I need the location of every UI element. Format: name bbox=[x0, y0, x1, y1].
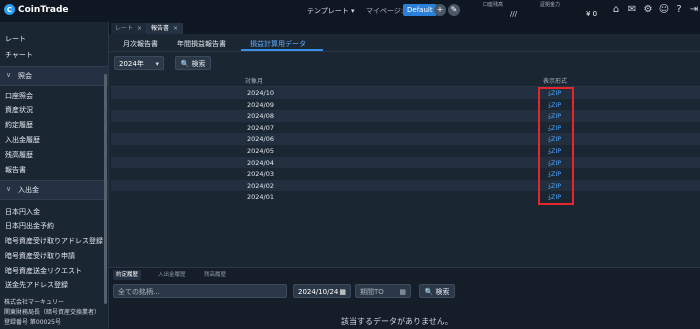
month-cell: 2024/10 bbox=[247, 89, 275, 97]
tab-rate[interactable]: レート × bbox=[111, 23, 148, 34]
table-row: 2024/04 ⤓ZIP bbox=[111, 156, 700, 169]
table-row: 2024/02 ⤓ZIP bbox=[111, 179, 700, 192]
tab-label: 報告書 bbox=[151, 25, 170, 32]
month-cell: 2024/01 bbox=[247, 193, 275, 202]
month-cell: 2024/03 bbox=[247, 170, 275, 179]
chevron-down-icon: ∨ bbox=[6, 71, 12, 79]
tab-label: レート bbox=[115, 25, 134, 32]
chevron-down-icon: ▾ bbox=[155, 60, 159, 68]
sidebar: レート チャート ∨ 照会 口座照会 資産状況 約定履歴 入出金履歴 残高履歴 … bbox=[0, 22, 109, 328]
sidebar-item-crypto-receive[interactable]: 暗号資産受け取り申請 bbox=[5, 251, 75, 261]
zip-column-highlight bbox=[538, 87, 574, 205]
user-icon[interactable]: ☺ bbox=[658, 4, 670, 16]
table-row: 2024/08 ⤓ZIP bbox=[111, 110, 700, 122]
month-cell: 2024/05 bbox=[247, 146, 275, 155]
year-select[interactable]: 2024年 ▾ bbox=[114, 56, 164, 70]
sidebar-item-rate[interactable]: レート bbox=[5, 34, 26, 44]
edit-layout-icon[interactable]: ✎ bbox=[448, 4, 460, 16]
date-from-input[interactable]: 2024/10/24 ▦ bbox=[293, 284, 351, 298]
registration-authority: 関東財務局長（暗号資産交換業者） bbox=[4, 309, 101, 316]
sidebar-item-trades[interactable]: 約定履歴 bbox=[5, 120, 33, 130]
bottom-search-button[interactable]: 🔍 検索 bbox=[419, 284, 455, 298]
close-icon[interactable]: × bbox=[173, 25, 178, 32]
logout-icon[interactable]: ⇥ bbox=[688, 4, 700, 16]
date-from-value: 2024/10/24 bbox=[298, 288, 339, 296]
table-header: 対象月 表示形式 bbox=[111, 74, 700, 87]
subtab-monthly[interactable]: 月次報告書 bbox=[123, 39, 158, 49]
tab-reports[interactable]: 報告書 × bbox=[147, 23, 184, 34]
sidebar-section-inquiry[interactable]: ∨ 照会 bbox=[0, 66, 108, 86]
sidebar-item-jpy-deposit[interactable]: 日本円入金 bbox=[5, 207, 40, 217]
sidebar-section-funds[interactable]: ∨ 入出金 bbox=[0, 180, 108, 200]
sidebar-scrollbar[interactable] bbox=[104, 74, 107, 304]
sidebar-item-reports[interactable]: 報告書 bbox=[5, 165, 26, 175]
table-row: 2024/07 ⤓ZIP bbox=[111, 121, 700, 134]
sidebar-section-label: 照会 bbox=[18, 72, 32, 80]
sidebar-item-jpy-withdraw[interactable]: 日本円出金予約 bbox=[5, 221, 54, 231]
bottom-tab-trades[interactable]: 約定履歴 bbox=[113, 270, 142, 280]
table-row: 2024/05 ⤓ZIP bbox=[111, 144, 700, 157]
subtab-annual[interactable]: 年間損益報告書 bbox=[177, 39, 226, 49]
report-subtabs: 月次報告書 年間損益報告書 損益計算用データ bbox=[109, 36, 700, 52]
sidebar-item-assets[interactable]: 資産状況 bbox=[5, 105, 33, 115]
month-cell: 2024/09 bbox=[247, 100, 275, 109]
default-layout-button[interactable]: Default bbox=[403, 4, 437, 16]
app-name: CoinTrade bbox=[18, 4, 69, 15]
home-icon[interactable]: ⌂ bbox=[610, 4, 622, 16]
table-row: 2024/10 ⤓ZIP bbox=[111, 87, 700, 99]
sidebar-item-send-address[interactable]: 送金先アドレス登録 bbox=[5, 280, 68, 290]
mypage-label: マイページ: bbox=[366, 7, 404, 15]
account-balance-value: /// bbox=[510, 10, 518, 18]
table-row: 2024/01 ⤓ZIP bbox=[111, 191, 700, 203]
year-value: 2024年 bbox=[119, 60, 144, 68]
calendar-icon[interactable]: ▦ bbox=[399, 285, 406, 299]
margin-label: 証拠金力 bbox=[540, 2, 561, 8]
help-icon[interactable]: ? bbox=[673, 4, 685, 16]
brand-input[interactable]: 全ての銘柄... bbox=[113, 284, 287, 298]
margin-value: ¥ 0 bbox=[586, 10, 598, 18]
search-button[interactable]: 🔍 検索 bbox=[175, 56, 211, 70]
app-logo[interactable]: C CoinTrade bbox=[4, 4, 69, 15]
sidebar-item-account[interactable]: 口座照会 bbox=[5, 91, 33, 101]
date-to-placeholder: 期間TO bbox=[360, 288, 384, 296]
column-header-format: 表示形式 bbox=[543, 78, 568, 85]
month-cell: 2024/08 bbox=[247, 112, 275, 121]
active-tab-indicator bbox=[241, 49, 323, 51]
bottom-panel: 約定履歴 入出金履歴 残高履歴 全ての銘柄... 2024/10/24 ▦ 期間… bbox=[109, 267, 700, 329]
table-row: 2024/09 ⤓ZIP bbox=[111, 98, 700, 111]
month-cell: 2024/06 bbox=[247, 135, 275, 144]
column-header-month: 対象月 bbox=[245, 78, 264, 85]
add-layout-icon[interactable]: + bbox=[434, 4, 446, 16]
month-cell: 2024/07 bbox=[247, 123, 275, 132]
top-bar: C CoinTrade テンプレート ▾ マイページ: Default + ✎ … bbox=[0, 0, 700, 23]
report-table: 対象月 表示形式 2024/10 ⤓ZIP 2024/09 ⤓ZIP 2024/08… bbox=[111, 74, 700, 203]
chevron-down-icon: ∨ bbox=[6, 185, 12, 193]
month-cell: 2024/02 bbox=[247, 181, 275, 190]
table-row: 2024/06 ⤓ZIP bbox=[111, 133, 700, 145]
sidebar-item-chart[interactable]: チャート bbox=[5, 50, 33, 60]
empty-state-message: 該当するデータがありません。 bbox=[341, 317, 453, 326]
template-dropdown[interactable]: テンプレート ▾ bbox=[307, 6, 355, 16]
mail-icon[interactable]: ✉ bbox=[626, 4, 638, 16]
bottom-tab-balance[interactable]: 残高履歴 bbox=[201, 270, 229, 280]
bottom-tab-deposits[interactable]: 入出金履歴 bbox=[155, 270, 189, 280]
table-row: 2024/03 ⤓ZIP bbox=[111, 168, 700, 180]
account-balance-label: 口座残高 bbox=[483, 2, 504, 8]
date-to-input[interactable]: 期間TO ▦ bbox=[355, 284, 411, 298]
sidebar-item-crypto-address[interactable]: 暗号資産受け取りアドレス登録 bbox=[5, 236, 103, 246]
gear-icon[interactable]: ⚙ bbox=[642, 4, 654, 16]
logo-icon: C bbox=[4, 4, 15, 15]
month-cell: 2024/04 bbox=[247, 158, 275, 167]
sidebar-item-balance[interactable]: 残高履歴 bbox=[5, 150, 33, 160]
calendar-icon[interactable]: ▦ bbox=[339, 285, 346, 299]
close-icon[interactable]: × bbox=[137, 25, 142, 32]
sidebar-section-label: 入出金 bbox=[18, 186, 39, 194]
registration-number: 登録番号 第00025号 bbox=[4, 319, 61, 326]
sidebar-item-deposits[interactable]: 入出金履歴 bbox=[5, 135, 40, 145]
company-name: 株式会社マーキュリー bbox=[4, 299, 65, 306]
document-tabs: レート × 報告書 × bbox=[109, 22, 700, 34]
subtab-pl-data[interactable]: 損益計算用データ bbox=[250, 39, 306, 49]
sidebar-item-crypto-send[interactable]: 暗号資産送金リクエスト bbox=[5, 266, 82, 276]
